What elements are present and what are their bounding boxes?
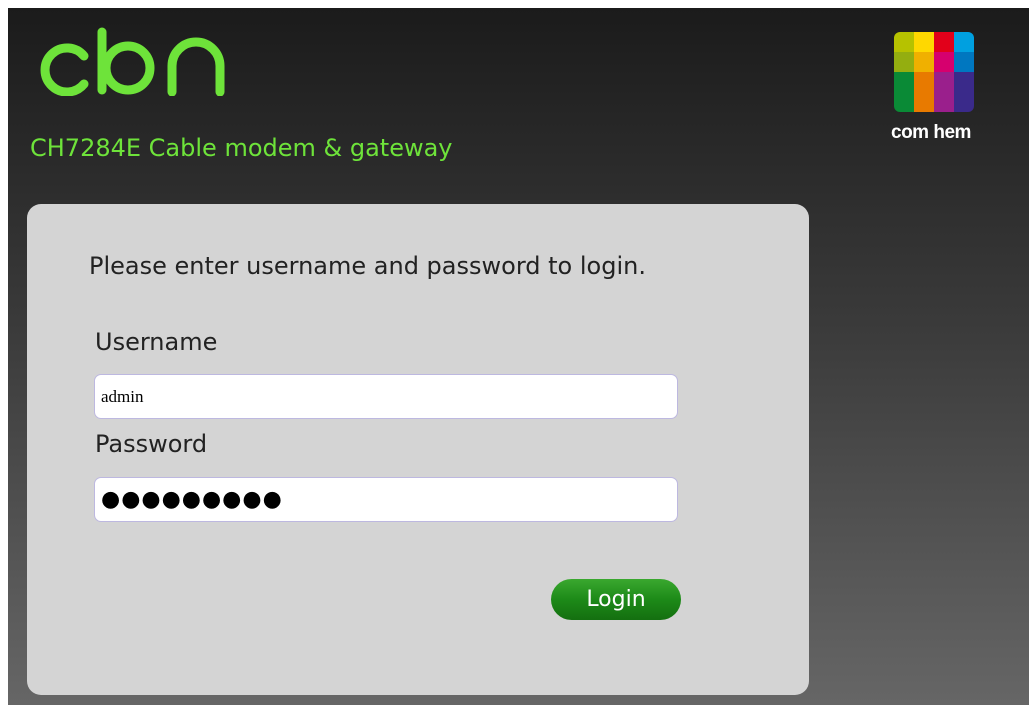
operator-grid-cell <box>954 52 974 72</box>
login-button[interactable]: Login <box>551 579 681 620</box>
password-label: Password <box>95 430 208 458</box>
operator-grid-cell <box>934 52 954 72</box>
operator-grid-cell <box>934 32 954 52</box>
operator-grid-cell <box>894 92 914 112</box>
operator-grid-cell <box>934 72 954 92</box>
operator-grid-cell <box>934 92 954 112</box>
operator-grid-cell <box>914 92 934 112</box>
operator-grid-cell <box>894 72 914 92</box>
operator-grid-cell <box>894 52 914 72</box>
login-prompt: Please enter username and password to lo… <box>89 252 646 280</box>
cbn-logo: cbn <box>40 27 225 96</box>
operator-logo: com hem <box>891 32 1003 156</box>
username-label: Username <box>95 328 218 356</box>
operator-grid-cell <box>894 32 914 52</box>
page-background: cbn CH7284E Cable modem & gateway com he… <box>8 8 1029 705</box>
username-input[interactable] <box>94 374 678 419</box>
operator-grid-cell <box>954 32 974 52</box>
operator-color-grid <box>894 32 974 112</box>
operator-grid-cell <box>954 92 974 112</box>
operator-grid-cell <box>914 72 934 92</box>
device-subtitle: CH7284E Cable modem & gateway <box>30 134 453 162</box>
login-panel: Please enter username and password to lo… <box>27 204 809 695</box>
operator-grid-cell <box>954 72 974 92</box>
operator-grid-cell <box>914 32 934 52</box>
operator-grid-cell <box>914 52 934 72</box>
password-input[interactable] <box>94 477 678 522</box>
operator-name: com hem <box>891 122 971 143</box>
